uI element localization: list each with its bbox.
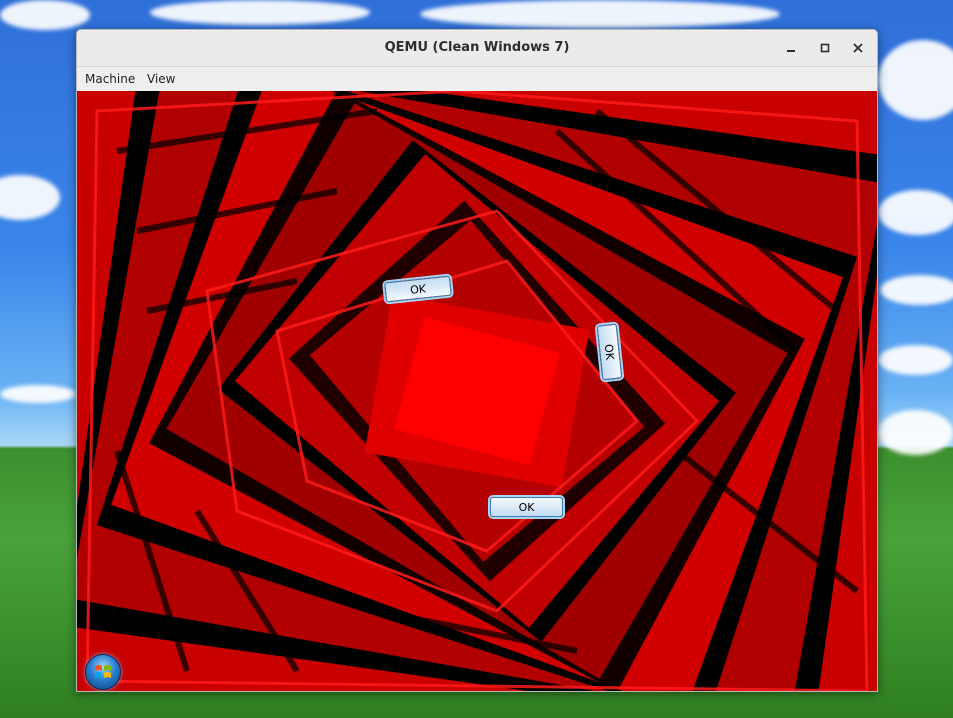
menu-view[interactable]: View [147,72,175,86]
cloud [880,275,953,305]
close-button[interactable] [847,38,869,58]
minimize-button[interactable] [780,38,802,58]
ok-button[interactable]: OK [490,497,563,517]
guest-display[interactable]: OK OK OK [77,91,877,691]
qemu-window: QEMU (Clean Windows 7) Machine View OK O… [76,29,878,692]
cloud [0,175,60,220]
menu-machine[interactable]: Machine [85,72,135,86]
glitched-spiral-graphics [77,91,877,691]
window-titlebar[interactable]: QEMU (Clean Windows 7) [77,30,877,67]
cloud [420,0,780,28]
cloud [878,190,953,235]
cloud [878,345,953,375]
maximize-icon [820,43,830,53]
maximize-button[interactable] [814,38,836,58]
close-icon [853,43,863,53]
minimize-icon [787,50,795,52]
windows-start-orb-icon[interactable] [85,654,121,690]
cloud [878,40,953,120]
cloud [150,0,370,25]
window-title: QEMU (Clean Windows 7) [384,40,570,55]
cloud [0,385,76,403]
menubar: Machine View [77,67,877,91]
cloud [878,410,953,455]
cloud [0,0,90,30]
